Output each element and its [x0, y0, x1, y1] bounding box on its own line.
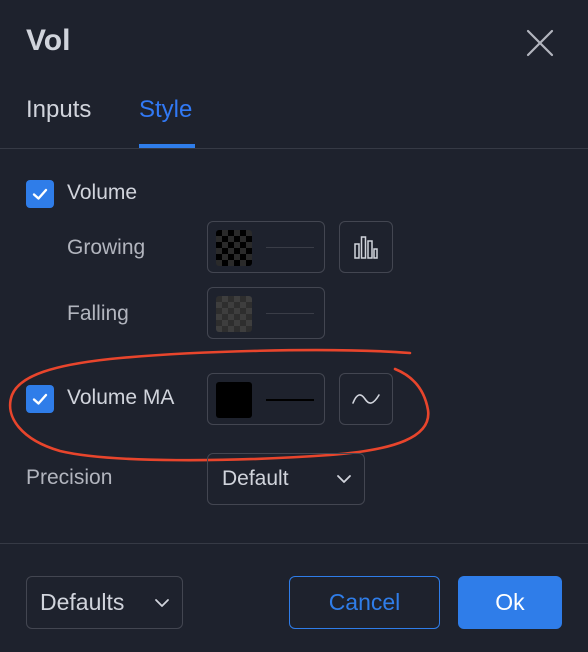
ok-button[interactable]: Ok	[458, 576, 562, 629]
growing-color-swatch	[216, 230, 252, 266]
columns-icon	[354, 236, 378, 259]
falling-label: Falling	[67, 302, 129, 325]
growing-color-picker[interactable]	[207, 221, 325, 273]
volume-checkbox[interactable]	[26, 180, 54, 208]
falling-color-swatch	[216, 296, 252, 332]
precision-label: Precision	[26, 466, 113, 489]
checkmark-icon	[32, 188, 48, 200]
falling-line-sample	[266, 313, 314, 314]
tab-style[interactable]: Style	[139, 96, 192, 124]
plot-style-button[interactable]	[339, 221, 393, 273]
footer-divider	[0, 543, 588, 544]
chevron-down-icon	[337, 475, 351, 483]
precision-value: Default	[222, 467, 289, 490]
defaults-dropdown[interactable]: Defaults	[26, 576, 183, 629]
dialog-title: Vol	[26, 24, 71, 57]
growing-label: Growing	[67, 236, 146, 259]
annotation-circle	[8, 348, 430, 462]
close-button[interactable]	[524, 27, 556, 59]
precision-select[interactable]: Default	[207, 453, 365, 505]
volume-label: Volume	[67, 181, 138, 204]
tab-inputs[interactable]: Inputs	[26, 96, 91, 124]
close-icon	[526, 29, 554, 57]
falling-color-picker[interactable]	[207, 287, 325, 339]
chevron-down-icon	[155, 599, 169, 607]
cancel-button[interactable]: Cancel	[289, 576, 440, 629]
growing-line-sample	[266, 247, 314, 248]
defaults-label: Defaults	[40, 589, 125, 615]
tabs-divider	[0, 148, 588, 149]
